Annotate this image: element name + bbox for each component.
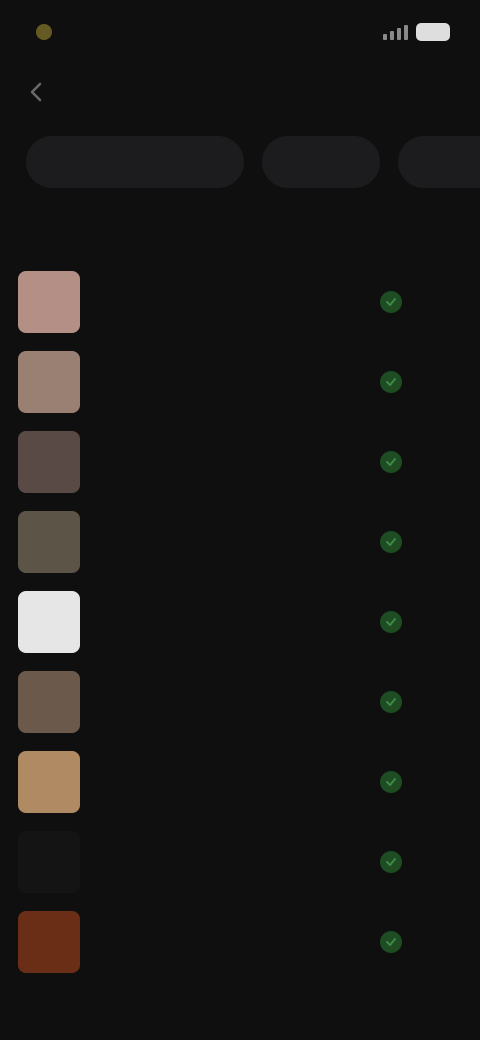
item-thumbnail [18,751,80,813]
check-circle-icon [380,771,402,793]
item-texts [98,600,358,644]
item-texts [98,920,358,964]
item-texts [98,760,358,804]
check-circle-icon [380,851,402,873]
item-status [380,451,412,473]
item-thumbnail [18,431,80,493]
item-thumbnail [18,671,80,733]
item-status [380,771,412,793]
item-subtitle [98,386,358,404]
item-title [98,760,358,780]
page-header [0,64,480,120]
signal-icon [383,24,408,40]
list-item[interactable] [0,422,480,502]
item-subtitle [98,306,358,324]
item-subtitle [98,626,358,644]
item-status [380,611,412,633]
item-thumbnail [18,911,80,973]
item-thumbnail [18,351,80,413]
list-item[interactable] [0,822,480,902]
chevron-left-icon [30,82,42,102]
list-item[interactable] [0,262,480,342]
status-left [36,24,62,40]
item-subtitle [98,466,358,484]
filter-chips [26,136,480,192]
item-texts [98,360,358,404]
back-button[interactable] [22,78,50,106]
item-texts [98,440,358,484]
item-title [98,680,358,700]
item-subtitle [98,786,358,804]
item-title [98,520,358,540]
status-right [375,23,450,41]
battery-icon [416,23,450,41]
item-subtitle [98,866,358,884]
item-texts [98,280,358,324]
item-texts [98,840,358,884]
list-subheader [26,212,470,248]
item-texts [98,680,358,724]
filter-chip-2[interactable] [262,136,380,188]
item-title [98,840,358,860]
item-title [98,440,358,460]
item-texts [98,520,358,564]
list-item[interactable] [0,502,480,582]
list-item[interactable] [0,662,480,742]
check-circle-icon [380,611,402,633]
filter-chip-3[interactable] [398,136,480,188]
item-thumbnail [18,831,80,893]
item-status [380,931,412,953]
list-item[interactable] [0,342,480,422]
check-circle-icon [380,531,402,553]
item-subtitle [98,546,358,564]
item-title [98,600,358,620]
check-circle-icon [380,691,402,713]
item-title [98,920,358,940]
item-thumbnail [18,511,80,573]
item-status [380,531,412,553]
filter-chip-1[interactable] [26,136,244,188]
item-list [0,262,480,982]
check-circle-icon [380,931,402,953]
status-bar [0,0,480,64]
item-subtitle [98,706,358,724]
list-item[interactable] [0,582,480,662]
item-title [98,280,358,300]
item-title [98,360,358,380]
check-circle-icon [380,451,402,473]
list-item[interactable] [0,902,480,982]
item-thumbnail [18,271,80,333]
item-status [380,691,412,713]
item-thumbnail [18,591,80,653]
item-status [380,291,412,313]
check-circle-icon [380,291,402,313]
list-item[interactable] [0,742,480,822]
item-status [380,851,412,873]
app-indicator-icon [36,24,52,40]
item-status [380,371,412,393]
item-subtitle [98,946,358,964]
check-circle-icon [380,371,402,393]
